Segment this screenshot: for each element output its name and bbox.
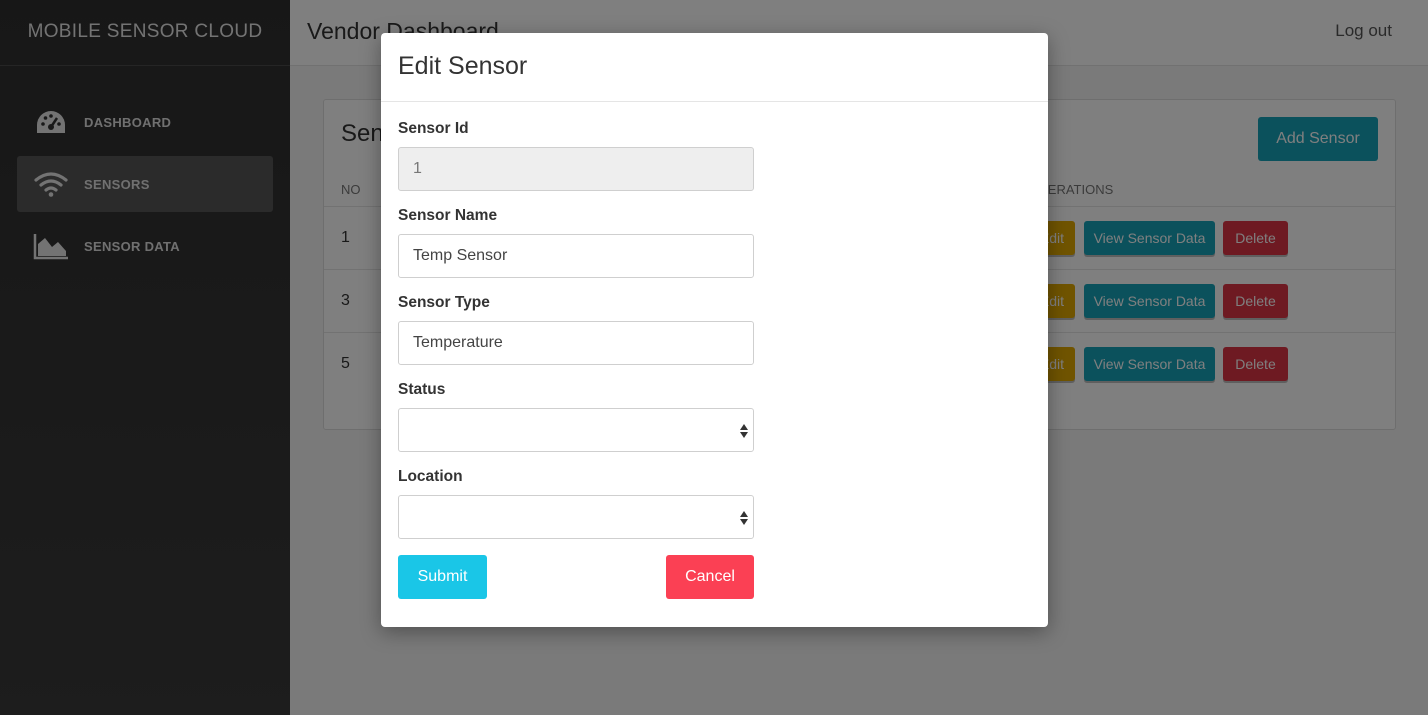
modal-title: Edit Sensor [398, 52, 528, 80]
location-field-group: Location [398, 468, 1031, 539]
sensor-type-label: Sensor Type [398, 294, 490, 311]
sensor-id-label: Sensor Id [398, 120, 469, 137]
modal-actions: Submit Cancel [398, 555, 754, 599]
modal-header: Edit Sensor [381, 33, 1048, 102]
edit-sensor-modal: Edit Sensor Sensor Id Sensor Name Sensor… [381, 33, 1048, 627]
sensor-name-field-group: Sensor Name [398, 207, 1031, 278]
sensor-type-field-group: Sensor Type [398, 294, 1031, 365]
sensor-id-field-group: Sensor Id [398, 120, 1031, 191]
status-label: Status [398, 381, 446, 398]
sensor-type-input[interactable] [398, 321, 754, 365]
cancel-button[interactable]: Cancel [666, 555, 754, 599]
sensor-id-input[interactable] [398, 147, 754, 191]
location-label: Location [398, 468, 463, 485]
select-arrows-icon [740, 511, 748, 525]
status-field-group: Status [398, 381, 1031, 452]
sensor-name-label: Sensor Name [398, 207, 498, 224]
status-select[interactable] [398, 408, 754, 452]
select-arrows-icon [740, 424, 748, 438]
modal-body: Sensor Id Sensor Name Sensor Type Status… [381, 102, 1048, 599]
sensor-name-input[interactable] [398, 234, 754, 278]
location-select[interactable] [398, 495, 754, 539]
submit-button[interactable]: Submit [398, 555, 487, 599]
